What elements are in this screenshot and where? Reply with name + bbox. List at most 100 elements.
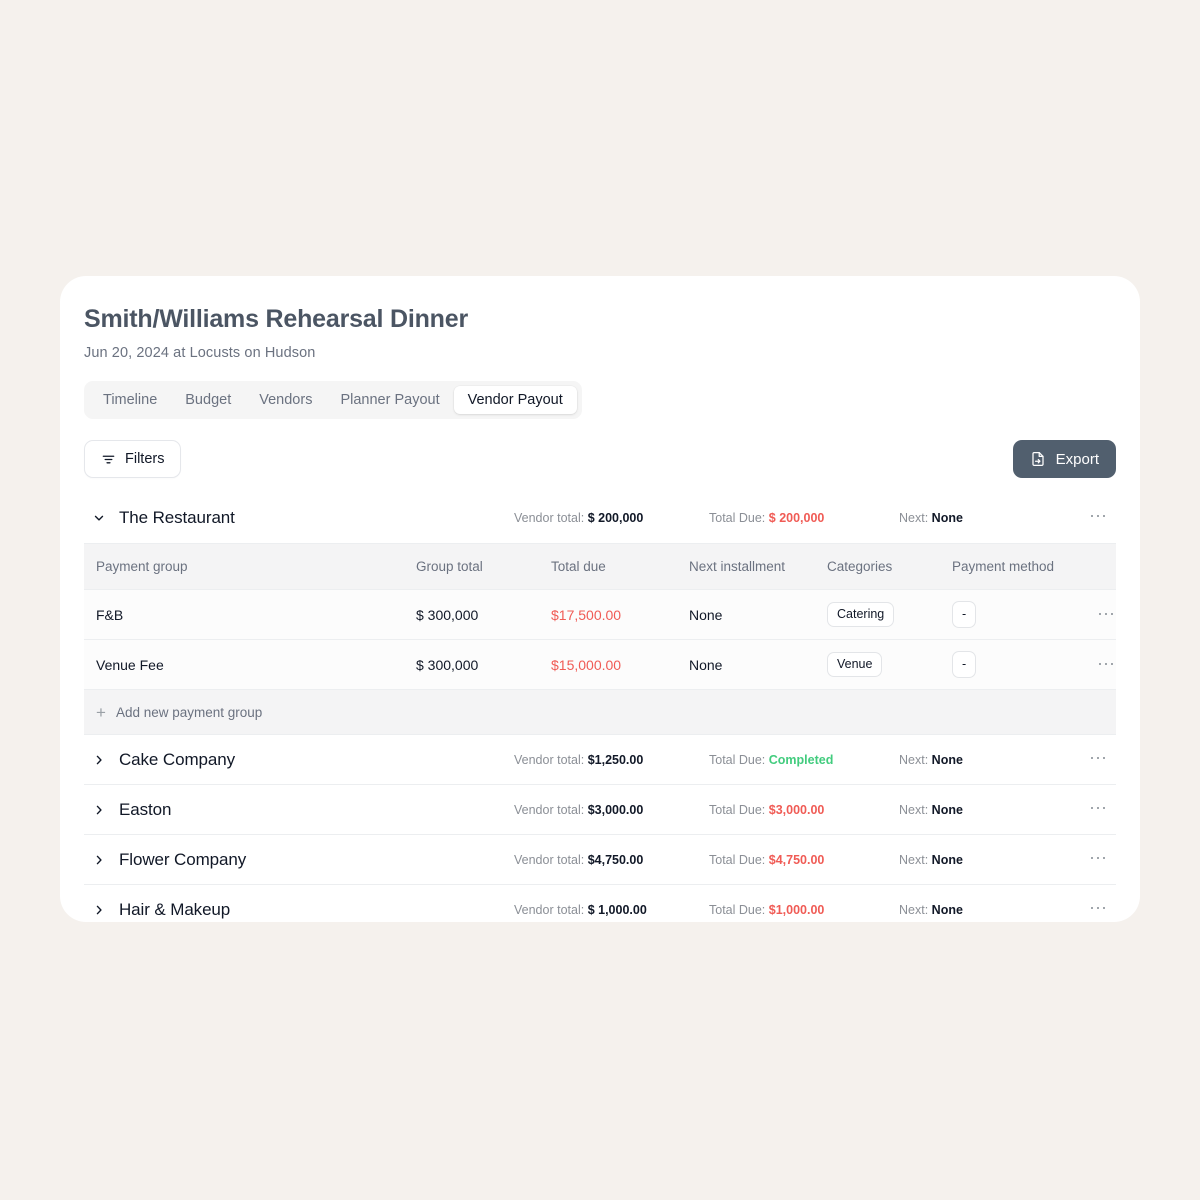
total-due: Total Due: $ 200,000 — [709, 511, 824, 525]
ellipsis-icon[interactable]: ⋯ — [1089, 848, 1109, 868]
column-header-group-total: Group total — [404, 543, 539, 590]
payment-groups-table: Payment group Group total Total due Next in… — [84, 543, 1116, 735]
total-due-value: Completed — [768, 752, 834, 767]
payment-method-chip[interactable]: - — [952, 651, 977, 678]
next-installment-value: None — [931, 852, 963, 867]
tab-timeline[interactable]: Timeline — [89, 386, 171, 414]
vendor-total-value: $ 1,000.00 — [587, 902, 647, 917]
cell-group-total: $ 300,000 — [404, 589, 539, 640]
add-payment-group-link[interactable]: + Add new payment group — [96, 704, 262, 721]
table-row-menu[interactable]: ⋯ — [1085, 639, 1117, 690]
table-row[interactable]: Venue Fee $ 300,000 $15,000.00 None Venue - ⋯ — [84, 639, 1117, 690]
tab-planner-payout[interactable]: Planner Payout — [326, 386, 453, 414]
chevron-right-icon[interactable] — [92, 903, 106, 917]
vendor-total: Vendor total: $3,000.00 — [514, 803, 643, 817]
next-installment-value: None — [931, 802, 963, 817]
next-installment-label: Next: — [899, 902, 929, 917]
table-header-row: Payment group Group total Total due Next in… — [84, 543, 1116, 590]
vendor-name-group[interactable]: The Restaurant — [84, 508, 504, 528]
total-due-label: Total Due: — [709, 802, 766, 817]
column-header-actions — [1085, 543, 1116, 590]
vendor-row[interactable]: Hair & Makeup Vendor total: $ 1,000.00 Tot… — [84, 885, 1116, 922]
vendor-name: Flower Company — [119, 849, 247, 869]
payment-method-chip[interactable]: - — [952, 601, 977, 628]
vendor-row[interactable]: Flower Company Vendor total: $4,750.00 Tot… — [84, 835, 1116, 885]
filters-button[interactable]: Filters — [84, 440, 182, 478]
vendor-total-value: $4,750.00 — [587, 852, 644, 867]
ellipsis-icon[interactable]: ⋯ — [1089, 798, 1109, 818]
cell-payment-group: Venue Fee — [84, 639, 404, 690]
column-header-payment-group: Payment group — [84, 543, 404, 590]
ellipsis-icon[interactable]: ⋯ — [1089, 898, 1109, 918]
next-installment: Next: None — [899, 903, 963, 917]
vendor-total-value: $3,000.00 — [587, 802, 644, 817]
next-installment-value: None — [931, 902, 963, 917]
next-installment: Next: None — [899, 853, 963, 867]
chevron-down-icon[interactable] — [92, 511, 106, 525]
ellipsis-icon[interactable]: ⋯ — [1089, 748, 1109, 768]
vendor-name: Easton — [119, 799, 172, 819]
vendor-row-menu[interactable]: ⋯ — [1089, 798, 1109, 819]
add-payment-group-row[interactable]: + Add new payment group — [84, 689, 1116, 735]
cell-categories: Venue — [815, 639, 940, 690]
vendor-total-label: Vendor total: — [514, 902, 585, 917]
vendor-total: Vendor total: $4,750.00 — [514, 853, 643, 867]
total-due: Total Due: $1,000.00 — [709, 903, 824, 917]
category-chip[interactable]: Venue — [827, 652, 883, 677]
vendor-row[interactable]: Cake Company Vendor total: $1,250.00 Total… — [84, 735, 1116, 785]
vendor-row[interactable]: Easton Vendor total: $3,000.00 Total Due: … — [84, 785, 1116, 835]
filter-icon — [101, 452, 116, 467]
vendor-total-value: $1,250.00 — [587, 752, 644, 767]
cell-total-due: $15,000.00 — [539, 639, 677, 690]
vendor-row-menu[interactable]: ⋯ — [1089, 848, 1109, 869]
add-payment-group-label: Add new payment group — [115, 704, 263, 720]
table-row-menu[interactable]: ⋯ — [1085, 589, 1117, 640]
total-due: Total Due: Completed — [709, 753, 833, 767]
vendor-total: Vendor total: $1,250.00 — [514, 753, 643, 767]
ellipsis-icon[interactable]: ⋯ — [1097, 604, 1117, 624]
vendor-name-group[interactable]: Flower Company — [84, 850, 504, 870]
vendor-name: Cake Company — [119, 749, 235, 769]
column-header-categories: Categories — [815, 543, 940, 590]
vendor-list: The Restaurant Vendor total: $ 200,000 Tot… — [84, 493, 1116, 922]
vendor-total-label: Vendor total: — [514, 802, 585, 817]
add-payment-group-cell[interactable]: + Add new payment group — [84, 689, 1116, 735]
vendor-row[interactable]: The Restaurant Vendor total: $ 200,000 Tot… — [84, 493, 1116, 543]
next-installment-label: Next: — [899, 852, 929, 867]
tab-bar: Timeline Budget Vendors Planner Payout Vendo… — [84, 381, 582, 419]
page-title: Smith/Williams Rehearsal Dinner — [84, 305, 468, 333]
vendor-name: The Restaurant — [119, 508, 235, 527]
chevron-right-icon[interactable] — [92, 853, 106, 867]
tab-budget[interactable]: Budget — [171, 386, 245, 414]
ellipsis-icon[interactable]: ⋯ — [1097, 654, 1117, 674]
category-chip[interactable]: Catering — [827, 602, 895, 627]
tab-vendors[interactable]: Vendors — [245, 386, 326, 414]
chevron-right-icon[interactable] — [92, 753, 106, 767]
total-due-value: $ 200,000 — [768, 511, 825, 525]
vendor-name-group[interactable]: Hair & Makeup — [84, 900, 504, 920]
column-header-total-due: Total due — [539, 543, 677, 590]
plus-icon: + — [96, 702, 106, 722]
export-button[interactable]: Export — [1012, 440, 1116, 478]
next-installment-value: None — [931, 511, 963, 525]
vendor-total: Vendor total: $ 200,000 — [514, 511, 643, 525]
cell-categories: Catering — [815, 589, 940, 640]
next-installment-label: Next: — [899, 752, 929, 767]
vendor-row-menu[interactable]: ⋯ — [1089, 898, 1109, 919]
export-button-label: Export — [1055, 450, 1099, 468]
vendor-row-menu[interactable]: ⋯ — [1089, 506, 1109, 527]
column-header-next-installment: Next installment — [677, 543, 815, 590]
cell-next-installment: None — [677, 589, 815, 640]
table-row[interactable]: F&B $ 300,000 $17,500.00 None Catering - ⋯ — [84, 589, 1117, 640]
vendor-total: Vendor total: $ 1,000.00 — [514, 903, 647, 917]
cell-group-total: $ 300,000 — [404, 639, 539, 690]
filters-button-label: Filters — [125, 451, 165, 467]
next-installment-value: None — [931, 752, 963, 767]
ellipsis-icon[interactable]: ⋯ — [1089, 506, 1109, 526]
tab-vendor-payout[interactable]: Vendor Payout — [453, 386, 577, 414]
vendor-name-group[interactable]: Easton — [84, 800, 504, 820]
total-due: Total Due: $4,750.00 — [709, 853, 824, 867]
vendor-row-menu[interactable]: ⋯ — [1089, 748, 1109, 769]
chevron-right-icon[interactable] — [92, 803, 106, 817]
vendor-name-group[interactable]: Cake Company — [84, 750, 504, 770]
